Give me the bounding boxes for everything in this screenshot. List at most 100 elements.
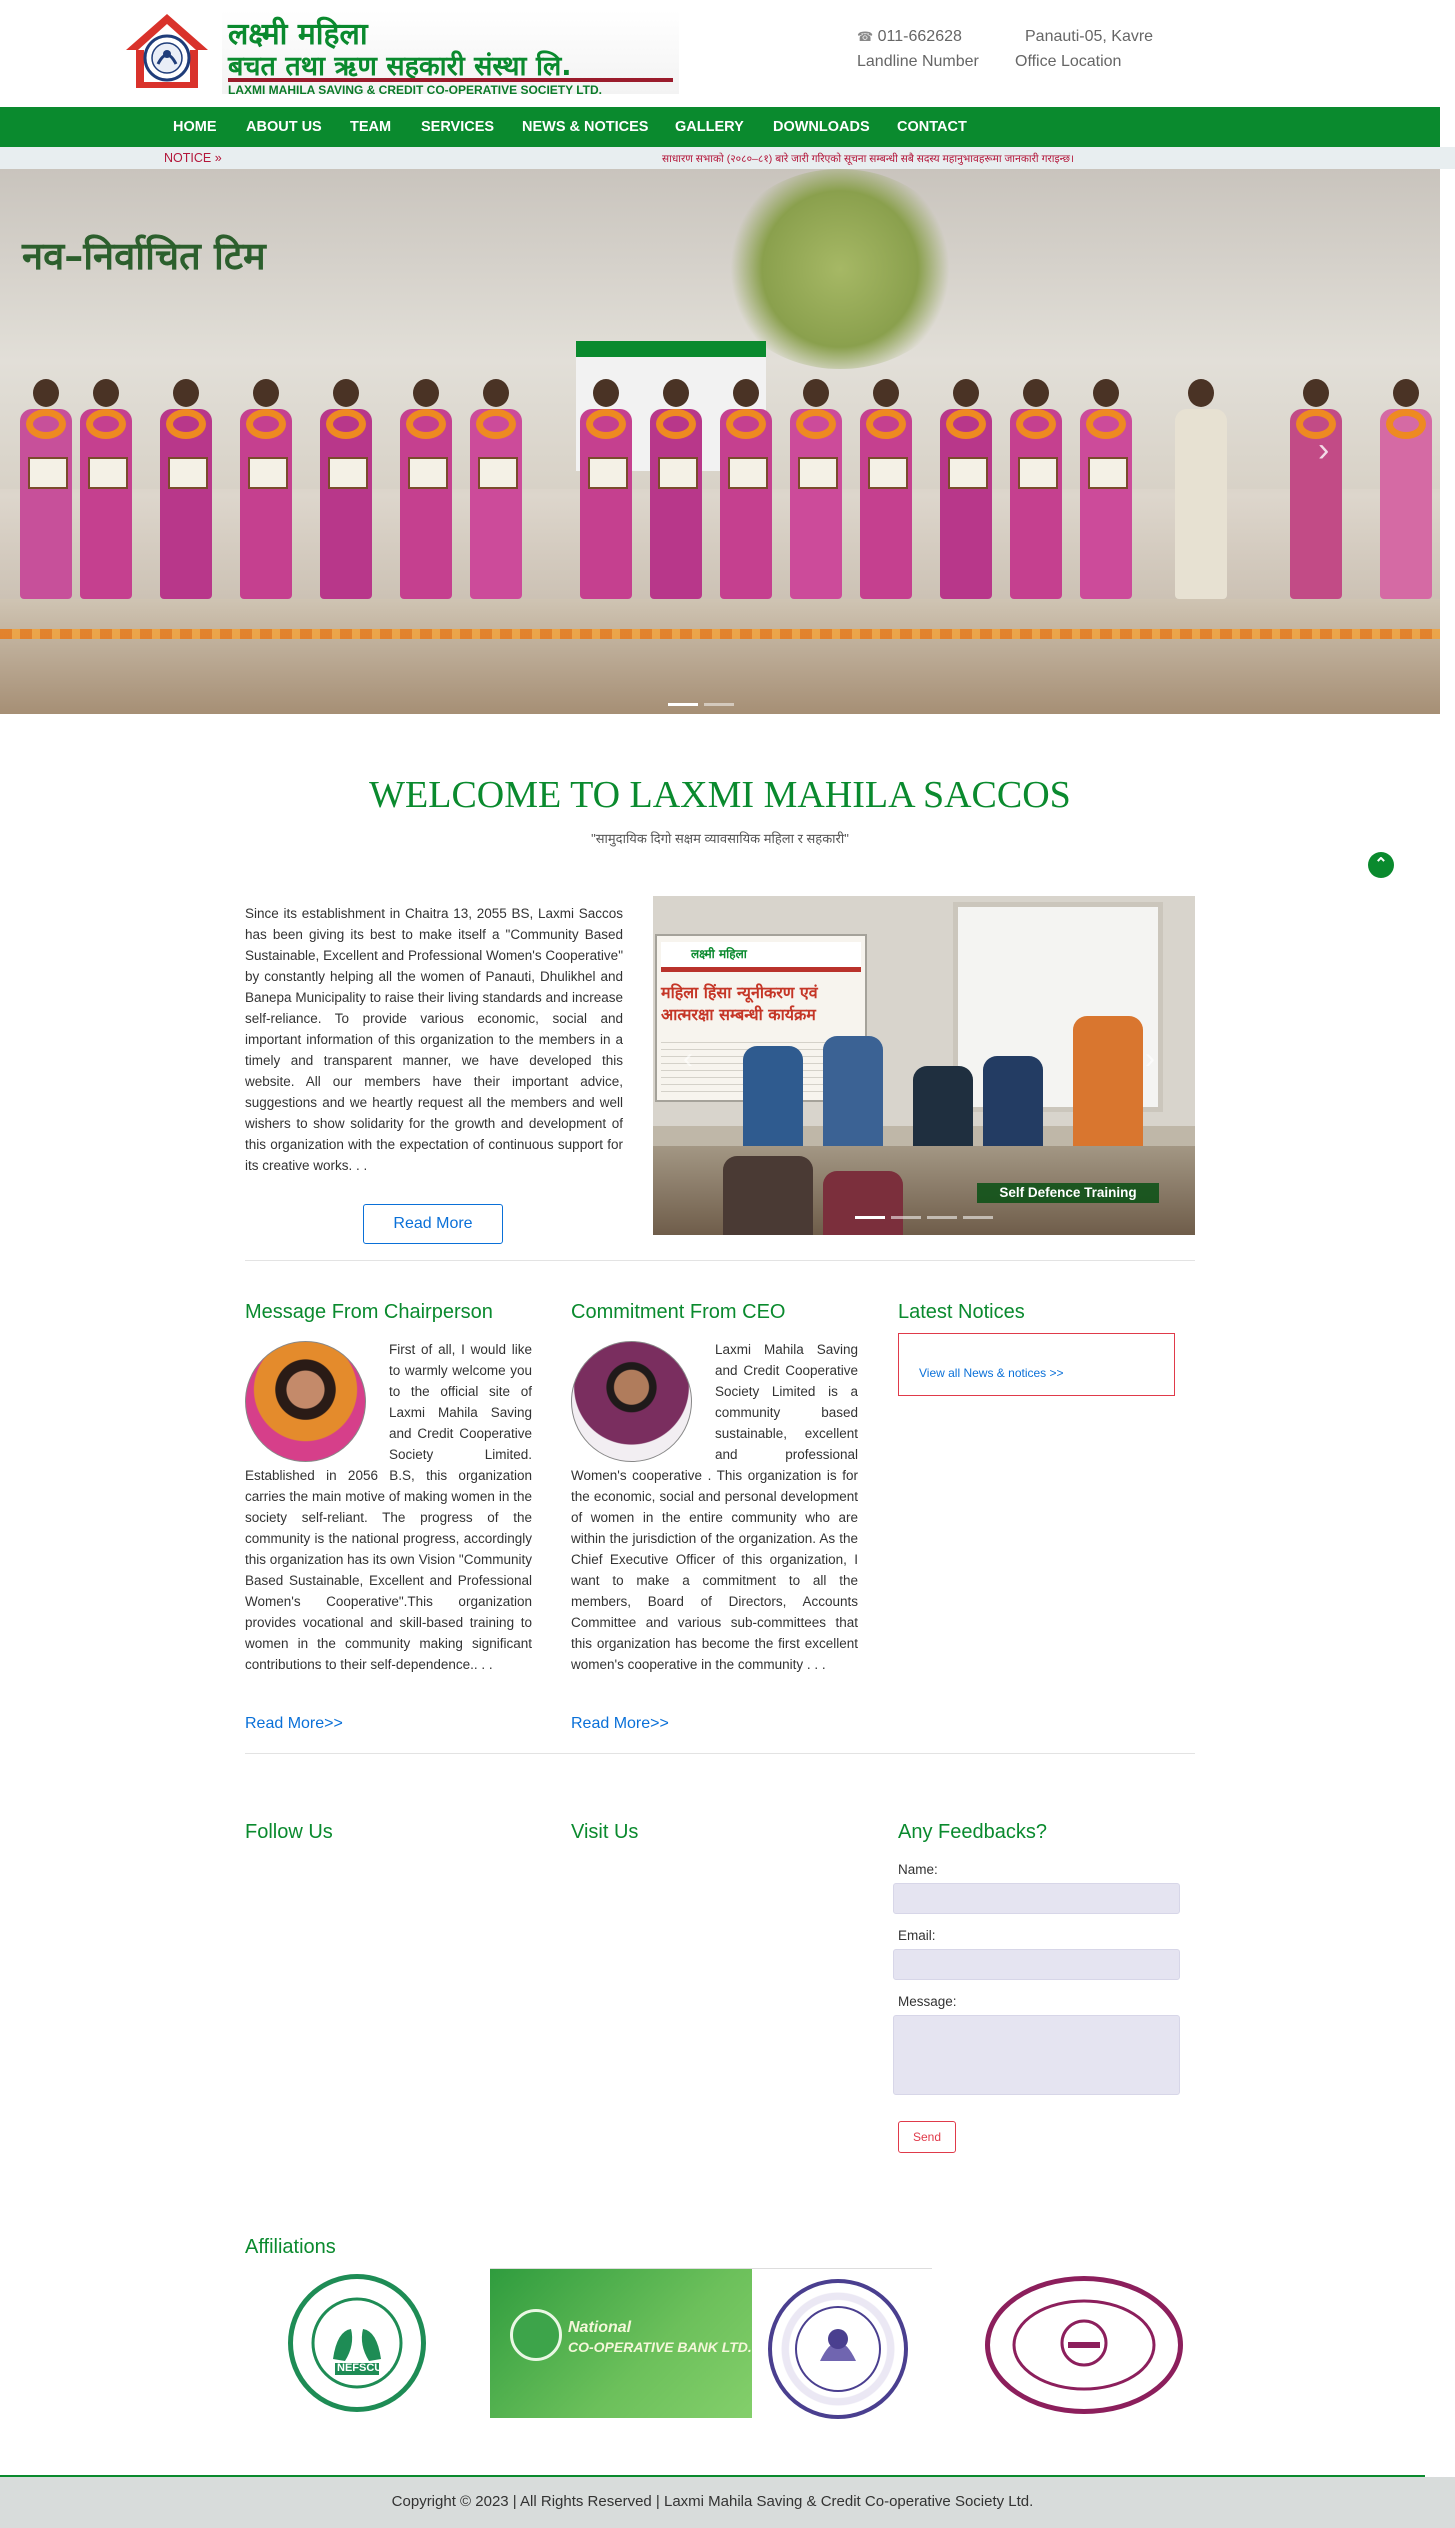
hero-person <box>20 379 72 599</box>
gallery-person <box>983 1056 1043 1156</box>
hero-indicators <box>668 693 740 711</box>
gallery-person <box>823 1171 903 1235</box>
hero-person <box>720 379 772 599</box>
bank-emblem-icon <box>510 2309 562 2361</box>
district-cooperative-union-seal[interactable] <box>985 2276 1183 2414</box>
district-union-seal[interactable] <box>768 2279 908 2419</box>
gallery-person <box>1073 1016 1143 1156</box>
section-divider <box>245 1260 1195 1261</box>
gallery-banner-header: लक्ष्मी महिला <box>661 942 861 972</box>
nefscun-emblem-icon <box>311 2297 403 2389</box>
view-all-notices-link[interactable]: View all News & notices >> <box>919 1366 1064 1380</box>
contact-location: Panauti-05, Kavre Office Location <box>1015 28 1153 71</box>
ceo-message: Laxmi Mahila Saving and Credit Cooperati… <box>571 1339 858 1675</box>
hero-indicator[interactable] <box>704 703 734 706</box>
affiliations-title: Affiliations <box>245 2236 336 2258</box>
ceo-title: Commitment From CEO <box>571 1301 786 1323</box>
ceo-photo-space <box>571 1339 715 1460</box>
read-more-button[interactable]: Read More <box>363 1204 503 1244</box>
logo-emblem-icon[interactable] <box>122 10 212 94</box>
hero-tree <box>720 169 960 369</box>
site-header: लक्ष्मी महिला बचत तथा ऋण सहकारी संस्था ल… <box>0 0 1440 107</box>
welcome-subtitle: "सामुदायिक दिगो सक्षम व्यावसायिक महिला र… <box>591 831 849 846</box>
gallery-indicator[interactable] <box>891 1216 921 1219</box>
hero-carousel[interactable]: नव–निर्वाचित टिम › <box>0 169 1440 714</box>
visit-us-title: Visit Us <box>571 1821 639 1843</box>
follow-us-title: Follow Us <box>245 1821 333 1843</box>
name-field[interactable] <box>893 1883 1180 1914</box>
chairperson-title: Message From Chairperson <box>245 1301 493 1323</box>
gallery-person <box>743 1046 803 1156</box>
gallery-indicator[interactable] <box>963 1216 993 1219</box>
national-cooperative-bank-logo[interactable]: National CO-OPERATIVE BANK LTD. <box>490 2269 752 2418</box>
gallery-person <box>913 1066 973 1156</box>
section-divider <box>245 1753 1195 1754</box>
name-label: Name: <box>898 1862 938 1877</box>
location-label: Office Location <box>1015 53 1122 70</box>
handshake-emblem-icon <box>1012 2299 1156 2391</box>
latest-notices-box: View all News & notices >> <box>898 1333 1175 1396</box>
hero-person <box>470 379 522 599</box>
copyright-text: Copyright © 2023 | All Rights Reserved |… <box>391 2493 1034 2510</box>
welcome-title: WELCOME TO LAXMI MAHILA SACCOS <box>369 774 1071 816</box>
hero-person <box>1175 379 1227 599</box>
gallery-person <box>823 1036 883 1156</box>
hero-person <box>1290 379 1342 599</box>
message-label: Message: <box>898 1994 957 2009</box>
nav-downloads[interactable]: DOWNLOADS <box>773 107 870 147</box>
nav-news-notices[interactable]: NEWS & NOTICES <box>522 107 648 147</box>
chevron-left-icon[interactable]: ‹ <box>683 1042 693 1076</box>
nav-gallery[interactable]: GALLERY <box>675 107 744 147</box>
phone-number: 011-662628 <box>877 28 962 45</box>
nav-team[interactable]: TEAM <box>350 107 391 147</box>
hero-person <box>1080 379 1132 599</box>
logo-wordmark[interactable]: लक्ष्मी महिला बचत तथा ऋण सहकारी संस्था ल… <box>222 10 679 97</box>
intro-paragraph: Since its establishment in Chaitra 13, 2… <box>245 906 623 1173</box>
notice-marquee-text[interactable]: साधारण सभाको (२०८०–८१) बारे जारी गरिएको … <box>662 152 1074 166</box>
hero-person <box>860 379 912 599</box>
nefscun-label: NEFSCUN <box>337 2362 391 2374</box>
gallery-carousel[interactable]: लक्ष्मी महिला महिला हिंसा न्यूनीकरण एवं … <box>653 896 1195 1235</box>
bank-name-line2: CO-OPERATIVE BANK LTD. <box>568 2339 752 2355</box>
notice-ticker: NOTICE » साधारण सभाको (२०८०–८१) बारे जार… <box>0 147 1455 169</box>
hero-person <box>400 379 452 599</box>
hero-person <box>160 379 212 599</box>
hero-indicator[interactable] <box>668 703 698 706</box>
logo-english-name: LAXMI MAHILA SAVING & CREDIT CO-OPERATIV… <box>228 83 603 97</box>
hero-person <box>1380 379 1432 599</box>
hero-person <box>80 379 132 599</box>
bank-name-line1: National <box>568 2319 632 2336</box>
feedback-title: Any Feedbacks? <box>898 1821 1047 1843</box>
nav-services[interactable]: SERVICES <box>421 107 494 147</box>
email-label: Email: <box>898 1928 936 1943</box>
hero-person <box>650 379 702 599</box>
email-field[interactable] <box>893 1949 1180 1980</box>
nav-contact[interactable]: CONTACT <box>897 107 967 147</box>
gallery-indicators <box>855 1206 999 1224</box>
hero-person <box>320 379 372 599</box>
gallery-indicator[interactable] <box>927 1216 957 1219</box>
hero-person <box>1010 379 1062 599</box>
phone-label: Landline Number <box>857 53 979 70</box>
chairperson-message: First of all, I would like to warmly wel… <box>245 1339 532 1675</box>
message-field[interactable] <box>893 2015 1180 2095</box>
logo-divider <box>228 78 673 82</box>
hero-person <box>580 379 632 599</box>
hero-person <box>940 379 992 599</box>
hero-garland <box>0 629 1440 639</box>
site-footer: Copyright © 2023 | All Rights Reserved |… <box>0 2477 1455 2528</box>
chevron-right-icon[interactable]: › <box>1318 431 1329 470</box>
gallery-indicator[interactable] <box>855 1216 885 1219</box>
nav-home[interactable]: HOME <box>173 107 217 147</box>
ceo-read-more-link[interactable]: Read More>> <box>571 1715 669 1733</box>
nav-about-us[interactable]: ABOUT US <box>246 107 322 147</box>
chairperson-read-more-link[interactable]: Read More>> <box>245 1715 343 1733</box>
contact-phone: ☎ 011-662628 Landline Number <box>857 28 979 71</box>
hero-person <box>790 379 842 599</box>
scroll-to-top-icon[interactable]: ⌃ <box>1368 852 1394 878</box>
nefscun-logo[interactable]: NEFSCUN <box>288 2274 426 2412</box>
phone-icon: ☎ <box>857 29 874 44</box>
chevron-right-icon[interactable]: › <box>1145 1042 1155 1076</box>
hero-person <box>240 379 292 599</box>
send-button[interactable]: Send <box>898 2121 956 2153</box>
